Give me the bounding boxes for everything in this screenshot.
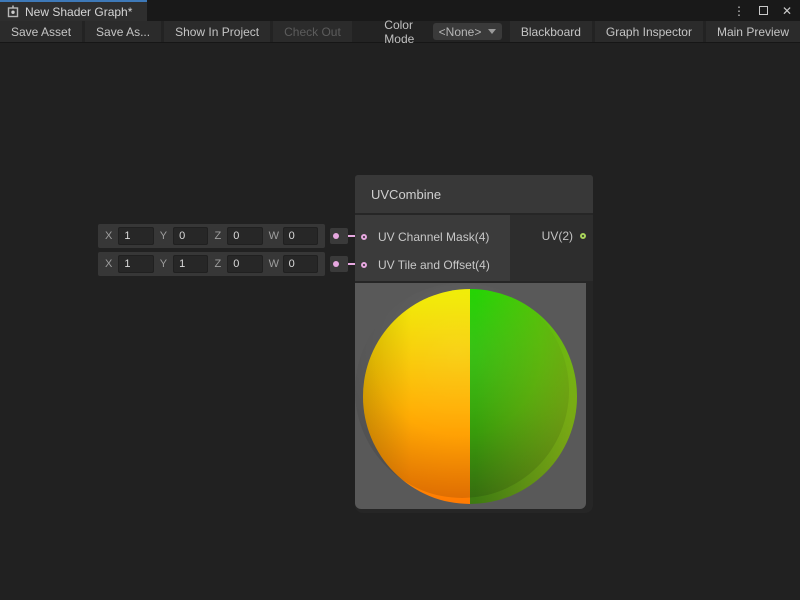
- blackboard-button[interactable]: Blackboard: [510, 21, 592, 42]
- main-preview-button[interactable]: Main Preview: [706, 21, 800, 42]
- output-port-row: UV(2): [510, 225, 593, 247]
- input-port-icon[interactable]: [361, 234, 367, 240]
- field-value-x[interactable]: 1: [118, 255, 153, 273]
- field-value-w[interactable]: 0: [283, 255, 318, 273]
- field-label-y: Y: [160, 230, 167, 242]
- color-mode-value: <None>: [439, 25, 482, 39]
- field-label-z: Z: [214, 258, 221, 270]
- toolbar-spacer: [355, 21, 376, 42]
- color-mode-label: Color Mode: [376, 21, 432, 42]
- maximize-icon[interactable]: [759, 6, 768, 15]
- input-port-label: UV Channel Mask(4): [378, 230, 489, 244]
- field-label-y: Y: [160, 258, 167, 270]
- output-port-label: UV(2): [542, 229, 573, 243]
- field-label-x: X: [105, 230, 112, 242]
- vector4-input-row: X 1 Y 0 Z 0 W 0: [98, 224, 325, 248]
- input-port-label: UV Tile and Offset(4): [378, 258, 490, 272]
- tab-new-shader-graph[interactable]: New Shader Graph*: [0, 0, 147, 21]
- output-port-icon[interactable]: [580, 233, 586, 239]
- port-dot-icon: [333, 233, 339, 239]
- close-icon[interactable]: ✕: [782, 5, 792, 17]
- vector4-input-row: X 1 Y 1 Z 0 W 0: [98, 252, 325, 276]
- tab-title: New Shader Graph*: [25, 5, 132, 19]
- field-label-w: W: [269, 230, 277, 242]
- window-controls: ⋮ ✕: [733, 0, 800, 21]
- save-asset-button[interactable]: Save Asset: [0, 21, 82, 42]
- node-ports: UV Channel Mask(4) UV Tile and Offset(4)…: [355, 215, 593, 281]
- graph-inspector-button[interactable]: Graph Inspector: [595, 21, 703, 42]
- node-title[interactable]: UVCombine: [355, 175, 593, 213]
- field-value-y[interactable]: 0: [173, 227, 208, 245]
- field-value-y[interactable]: 1: [173, 255, 208, 273]
- node-preview: [355, 283, 586, 509]
- save-as-button[interactable]: Save As...: [85, 21, 161, 42]
- node-input-column: UV Channel Mask(4) UV Tile and Offset(4): [355, 215, 510, 281]
- field-value-x[interactable]: 1: [118, 227, 153, 245]
- sphere-shading: [355, 283, 569, 498]
- input-port-row: UV Tile and Offset(4): [355, 251, 510, 279]
- input-port-icon[interactable]: [361, 262, 367, 268]
- color-mode-dropdown[interactable]: <None>: [433, 23, 502, 40]
- field-label-w: W: [269, 258, 277, 270]
- chevron-down-icon: [488, 29, 496, 34]
- field-value-w[interactable]: 0: [283, 227, 318, 245]
- field-value-z[interactable]: 0: [227, 255, 262, 273]
- field-label-x: X: [105, 258, 112, 270]
- field-label-z: Z: [214, 230, 221, 242]
- node-uvcombine[interactable]: UVCombine UV Channel Mask(4) UV Tile and…: [355, 175, 593, 513]
- shader-graph-icon: [7, 5, 19, 18]
- input-port-row: UV Channel Mask(4): [355, 223, 510, 251]
- check-out-button: Check Out: [273, 21, 352, 42]
- show-in-project-button[interactable]: Show In Project: [164, 21, 270, 42]
- vector4-output-port[interactable]: [330, 256, 348, 272]
- field-value-z[interactable]: 0: [227, 227, 262, 245]
- port-dot-icon: [333, 261, 339, 267]
- toolbar: Save Asset Save As... Show In Project Ch…: [0, 21, 800, 43]
- graph-canvas[interactable]: X 1 Y 0 Z 0 W 0 X 1 Y 1 Z 0 W 0 UVCombin…: [0, 44, 800, 600]
- node-output-column: UV(2): [510, 215, 593, 281]
- window-menu-icon[interactable]: ⋮: [733, 5, 745, 17]
- vector4-output-port[interactable]: [330, 228, 348, 244]
